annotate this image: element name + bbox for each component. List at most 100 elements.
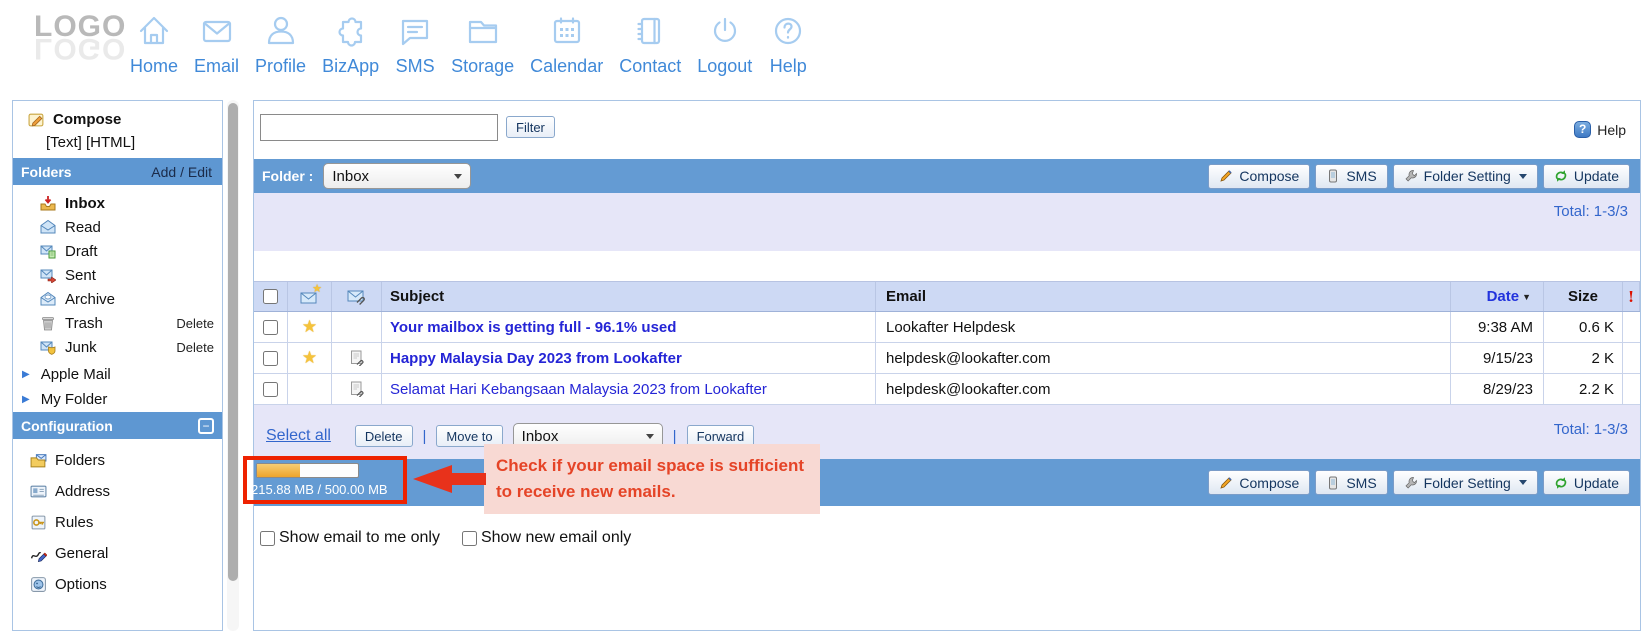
sidebar-item-config-address[interactable]: Address [13, 479, 222, 503]
logo: LOGO LOGO [34, 10, 126, 70]
folder-label: Trash [65, 315, 103, 332]
show-new-email-checkbox[interactable] [462, 531, 477, 546]
pencil-icon [1219, 476, 1233, 490]
annotation-arrow-shaft [450, 473, 486, 485]
nav-item-email[interactable]: Email [194, 8, 239, 77]
folder-label: Read [65, 219, 101, 236]
flagged-envelope-icon: ★ [300, 289, 319, 305]
sidebar-item-config-general[interactable]: General [13, 541, 222, 565]
scrollbar-thumb[interactable] [228, 103, 238, 581]
folder-setting-button[interactable]: Folder Setting [1393, 164, 1538, 189]
date-column-header[interactable]: Date ▼ [1451, 282, 1544, 311]
sms-button[interactable]: SMS [1315, 164, 1387, 189]
profile-icon [261, 8, 301, 54]
select-all-link[interactable]: Select all [266, 427, 331, 445]
dropdown-caret-icon [1519, 480, 1527, 485]
folder-setting-button[interactable]: Folder Setting [1393, 470, 1538, 495]
attachment-icon [349, 381, 364, 397]
sidebar-item-config-rules[interactable]: Rules [13, 510, 222, 534]
help-label: Help [1597, 122, 1626, 138]
flag-column-header[interactable]: ★ [288, 282, 332, 311]
sidebar-scrollbar[interactable] [227, 100, 239, 631]
mail-subject-link[interactable]: Happy Malaysia Day 2023 from Lookafter [390, 350, 682, 367]
nav-item-help[interactable]: Help [768, 8, 808, 77]
nav-label: Help [770, 56, 807, 77]
trash-delete-link[interactable]: Delete [176, 316, 214, 331]
sidebar-item-config-options[interactable]: Options [13, 572, 222, 596]
nav-item-home[interactable]: Home [130, 8, 178, 77]
show-email-to-me-checkbox[interactable] [260, 531, 275, 546]
annotation-line1: Check if your email space is sufficient [496, 453, 808, 479]
folder-label: Folder : [262, 168, 313, 184]
star-icon[interactable]: ★ [302, 317, 317, 337]
collapse-icon[interactable]: − [198, 418, 214, 434]
annotation-arrow-icon [413, 465, 452, 493]
mail-row: Selamat Hari Kebangsaan Malaysia 2023 fr… [254, 374, 1640, 405]
nav-label: SMS [396, 56, 435, 77]
folders-section-header: Folders Add / Edit [13, 158, 222, 185]
mail-subject-link[interactable]: Your mailbox is getting full - 96.1% use… [390, 319, 676, 336]
sidebar-item-read[interactable]: Read [13, 215, 222, 239]
sidebar-item-draft[interactable]: Draft [13, 239, 222, 263]
compose-button[interactable]: Compose [1208, 470, 1310, 495]
row-checkbox[interactable] [263, 382, 278, 397]
compose-button[interactable]: Compose [1208, 164, 1310, 189]
address-icon [29, 483, 47, 500]
home-icon [134, 8, 174, 54]
nav-item-profile[interactable]: Profile [255, 8, 306, 77]
size-column-header: Size [1568, 288, 1598, 305]
compose-format-links[interactable]: [Text] [HTML] [13, 130, 222, 154]
attachment-envelope-icon [347, 289, 366, 305]
sidebar-item-sent[interactable]: Sent [13, 263, 222, 287]
subject-column-header: Subject [390, 288, 444, 305]
update-button[interactable]: Update [1543, 164, 1630, 189]
calendar-icon [547, 8, 587, 54]
row-checkbox[interactable] [263, 320, 278, 335]
filter-input[interactable] [260, 114, 498, 141]
general-icon [29, 545, 47, 562]
email-column-header: Email [886, 288, 926, 305]
storage-icon [463, 8, 503, 54]
delete-button[interactable]: Delete [355, 425, 413, 447]
phone-icon [1326, 169, 1340, 183]
show-email-to-me-label: Show email to me only [279, 529, 440, 547]
attachment-column-header[interactable] [332, 282, 382, 311]
folders-add-edit-link[interactable]: Add / Edit [151, 164, 212, 180]
sms-button[interactable]: SMS [1315, 470, 1387, 495]
select-all-checkbox[interactable] [263, 289, 278, 304]
sidebar-item-archive[interactable]: Archive [13, 287, 222, 311]
nav-item-logout[interactable]: Logout [697, 8, 752, 77]
sidebar-item-junk[interactable]: Junk Delete [13, 335, 222, 359]
sidebar-item-trash[interactable]: Trash Delete [13, 311, 222, 335]
nav-item-calendar[interactable]: Calendar [530, 8, 603, 77]
expander-icon[interactable]: ▶ [22, 369, 30, 380]
total-count-top: Total: 1-3/3 [1554, 203, 1628, 220]
junk-delete-link[interactable]: Delete [176, 340, 214, 355]
nav-item-sms[interactable]: SMS [395, 8, 435, 77]
config-folders-icon [29, 452, 47, 469]
nav-label: Email [194, 56, 239, 77]
storage-progress-bar [256, 463, 359, 478]
storage-usage-text: 215.88 MB / 500.00 MB [251, 482, 388, 497]
mail-table: ★ Subject Email Date ▼ Size ! [254, 281, 1640, 405]
sidebar-item-compose[interactable]: Compose [13, 107, 222, 131]
row-checkbox[interactable] [263, 351, 278, 366]
nav-item-storage[interactable]: Storage [451, 8, 514, 77]
help-link[interactable]: ? Help [1574, 121, 1626, 138]
config-label: Address [55, 483, 110, 500]
filter-button[interactable]: Filter [506, 116, 555, 138]
sidebar-item-apple-mail[interactable]: ▶ Apple Mail [13, 362, 222, 386]
folder-toolbar: Folder : Inbox Compose SMS Folder [254, 159, 1640, 193]
update-button[interactable]: Update [1543, 470, 1630, 495]
sidebar-item-config-folders[interactable]: Folders [13, 448, 222, 472]
show-new-email-label: Show new email only [481, 529, 631, 547]
sidebar-item-inbox[interactable]: Inbox [13, 191, 222, 215]
folder-select[interactable]: Inbox [323, 163, 471, 189]
nav-item-contact[interactable]: Contact [619, 8, 681, 77]
sms-button-label: SMS [1346, 168, 1376, 184]
expander-icon[interactable]: ▶ [22, 394, 30, 405]
mail-subject-link[interactable]: Selamat Hari Kebangsaan Malaysia 2023 fr… [390, 381, 767, 398]
sidebar-item-my-folder[interactable]: ▶ My Folder [13, 387, 222, 411]
star-icon[interactable]: ★ [302, 348, 317, 368]
nav-item-bizapp[interactable]: BizApp [322, 8, 379, 77]
